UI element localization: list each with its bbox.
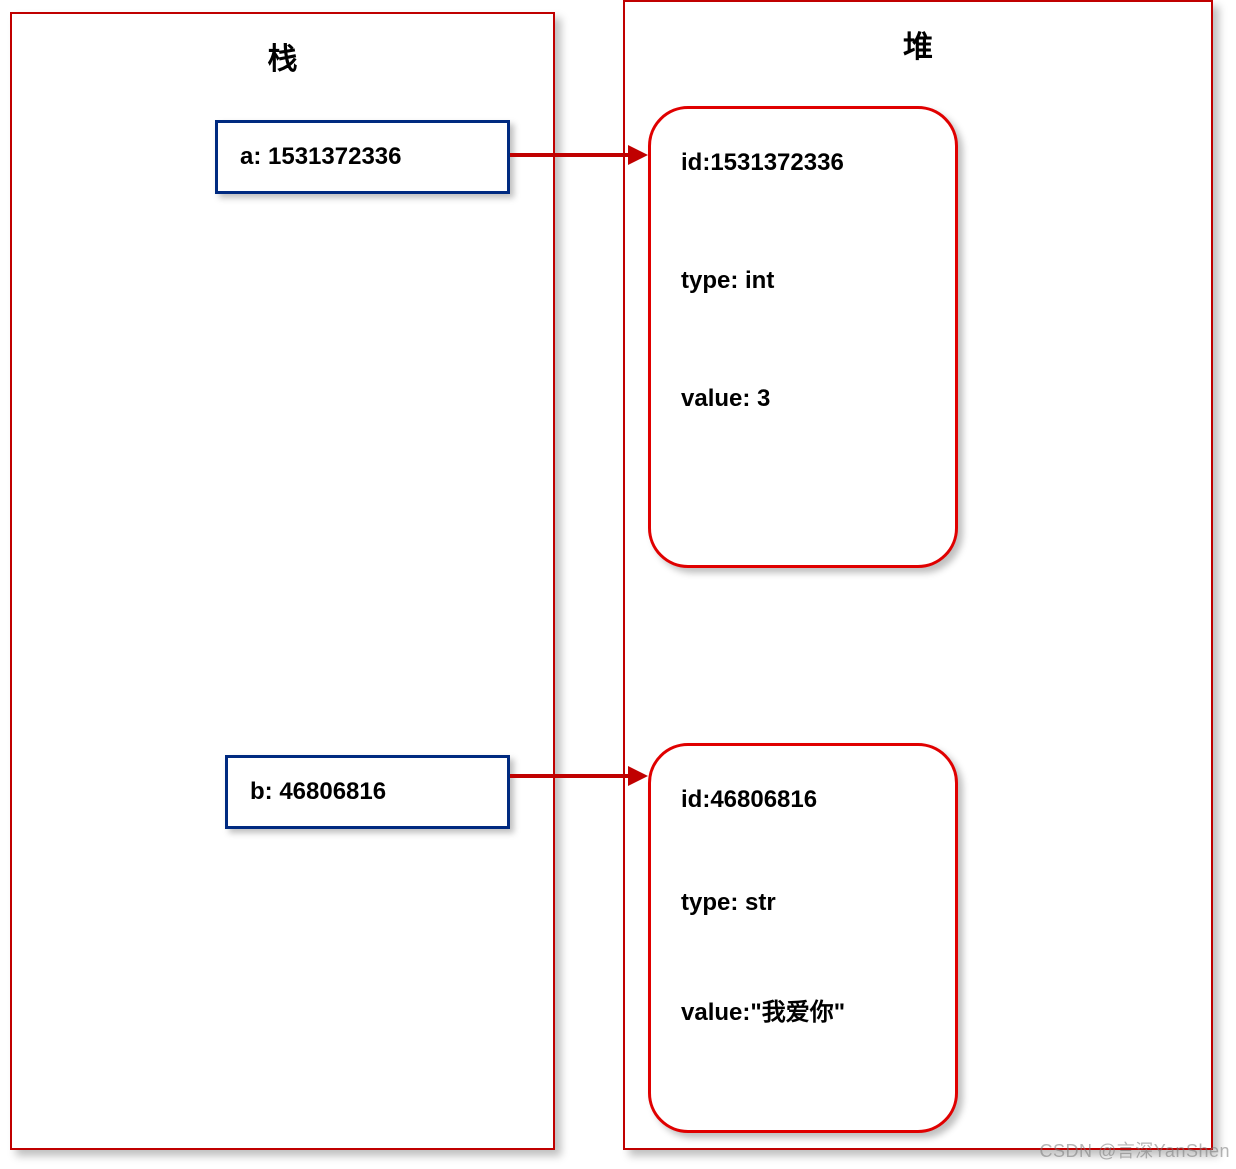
stack-ref-a: a: 1531372336 [215, 120, 510, 194]
obj-a-value: value: 3 [681, 385, 925, 413]
heap-object-b: id:46806816 type: str value:"我爱你" [648, 743, 958, 1133]
obj-a-id: id:1531372336 [681, 149, 925, 177]
obj-b-value: value:"我爱你" [681, 992, 925, 1027]
stack-title: 栈 [268, 34, 298, 78]
heap-title: 堆 [903, 22, 933, 66]
arrow-shaft-icon [510, 153, 628, 157]
diagram-canvas: 栈 堆 a: 1531372336 b: 46806816 id:1531372… [0, 0, 1236, 1169]
obj-a-type: type: int [681, 267, 925, 295]
obj-b-type: type: str [681, 889, 925, 917]
heap-object-a: id:1531372336 type: int value: 3 [648, 106, 958, 568]
obj-b-id: id:46806816 [681, 786, 925, 814]
arrow-shaft-icon [510, 774, 628, 778]
watermark: CSDN @言深YanShen [1039, 1137, 1230, 1163]
stack-ref-b: b: 46806816 [225, 755, 510, 829]
arrow-head-icon [628, 766, 648, 786]
arrow-head-icon [628, 145, 648, 165]
